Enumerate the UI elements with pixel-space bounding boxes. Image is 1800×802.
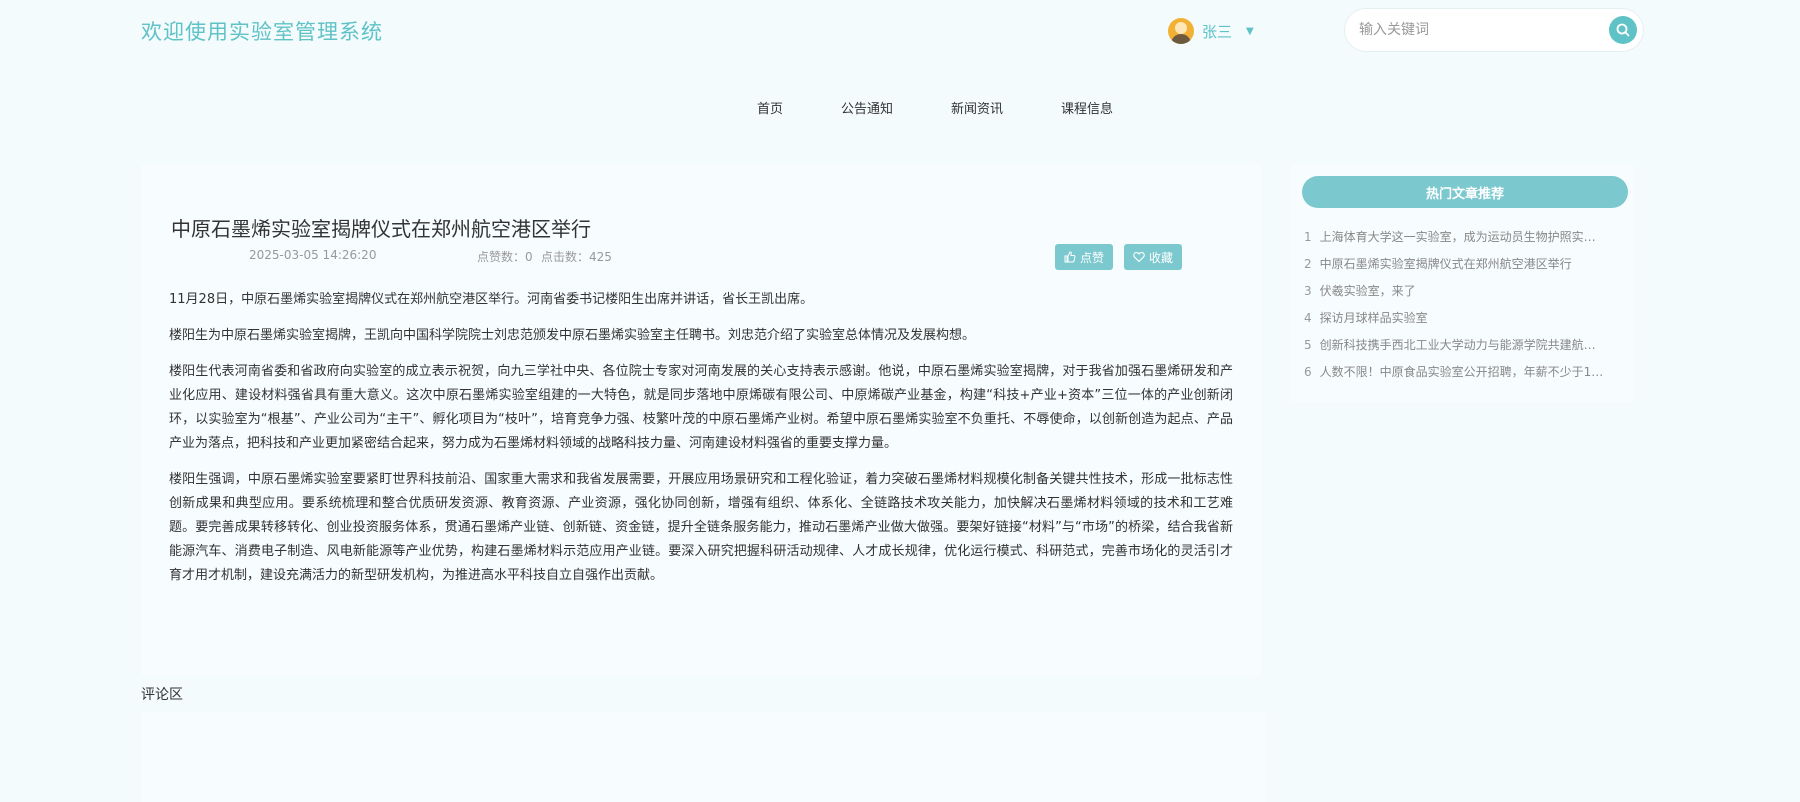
like-button-label: 点赞 (1080, 250, 1105, 265)
favorite-button[interactable]: 收藏 (1124, 244, 1183, 270)
hot-article-item[interactable]: 3 伏羲实验室，来了 (1304, 278, 1626, 305)
hot-article-number: 3 (1304, 284, 1312, 298)
article-clicks-count: 点击数：425 (541, 250, 612, 264)
avatar-icon (1168, 18, 1194, 44)
hot-article-title: 探访月球样品实验室 (1319, 311, 1428, 325)
hot-articles-panel: 热门文章推荐 1 上海体育大学这一实验室，成为运动员生物护照实… 2 中原石墨烯实验… (1290, 164, 1634, 402)
article-card: 中原石墨烯实验室揭牌仪式在郑州航空港区举行 2025-03-05 14:26:2… (141, 164, 1261, 676)
like-button[interactable]: 点赞 (1055, 244, 1114, 270)
hot-articles-list: 1 上海体育大学这一实验室，成为运动员生物护照实… 2 中原石墨烯实验室揭牌仪式在郑… (1304, 224, 1626, 386)
article-likes-count: 点赞数：0 (477, 250, 533, 264)
hot-article-item[interactable]: 5 创新科技携手西北工业大学动力与能源学院共建航… (1304, 332, 1626, 359)
article-paragraph: 楼阳生为中原石墨烯实验室揭牌，王凯向中国科学院院士刘忠范颁发中原石墨烯实验室主任… (169, 328, 976, 343)
main-nav: 首页 公告通知 新闻资讯 课程信息 (0, 98, 1800, 117)
hot-article-number: 2 (1304, 257, 1312, 271)
thumbs-up-icon (1064, 251, 1076, 263)
hot-article-item[interactable]: 4 探访月球样品实验室 (1304, 305, 1626, 332)
hot-article-item[interactable]: 6 人数不限！中原食品实验室公开招聘，年薪不少于1… (1304, 359, 1626, 386)
search-bar (1344, 8, 1644, 52)
article-title: 中原石墨烯实验室揭牌仪式在郑州航空港区举行 (171, 217, 591, 242)
comments-area (141, 712, 1266, 802)
search-icon (1616, 23, 1630, 37)
hot-article-title: 人数不限！中原食品实验室公开招聘，年薪不少于1… (1319, 365, 1604, 379)
hot-article-number: 6 (1304, 365, 1312, 379)
article-datetime: 2025-03-05 14:26:20 (249, 248, 377, 262)
chevron-down-icon: ▼ (1246, 25, 1254, 37)
nav-courses[interactable]: 课程信息 (1061, 98, 1113, 117)
hot-article-title: 伏羲实验室，来了 (1319, 284, 1416, 298)
article-paragraph: 楼阳生强调，中原石墨烯实验室要紧盯世界科技前沿、国家重大需求和我省发展需要，开展… (169, 472, 1233, 583)
user-menu[interactable]: 张三 ▼ (1168, 18, 1254, 44)
user-name: 张三 (1202, 22, 1233, 41)
hot-article-number: 5 (1304, 338, 1312, 352)
hot-article-number: 4 (1304, 311, 1312, 325)
hot-article-title: 上海体育大学这一实验室，成为运动员生物护照实… (1319, 230, 1596, 244)
hot-article-title: 中原石墨烯实验室揭牌仪式在郑州航空港区举行 (1319, 257, 1572, 271)
site-title: 欢迎使用实验室管理系统 (141, 20, 383, 44)
nav-home[interactable]: 首页 (757, 98, 783, 117)
article-paragraph: 楼阳生代表河南省委和省政府向实验室的成立表示祝贺，向九三学社中央、各位院士专家对… (169, 364, 1233, 451)
favorite-button-label: 收藏 (1149, 250, 1174, 265)
heart-icon (1133, 251, 1145, 263)
hot-article-number: 1 (1304, 230, 1312, 244)
search-button[interactable] (1609, 16, 1637, 44)
hot-article-item[interactable]: 1 上海体育大学这一实验室，成为运动员生物护照实… (1304, 224, 1626, 251)
hot-articles-title: 热门文章推荐 (1302, 176, 1628, 208)
article-content: 11月28日，中原石墨烯实验室揭牌仪式在郑州航空港区举行。河南省委书记楼阳生出席… (169, 288, 1233, 600)
hot-article-item[interactable]: 2 中原石墨烯实验室揭牌仪式在郑州航空港区举行 (1304, 251, 1626, 278)
nav-announcements[interactable]: 公告通知 (841, 98, 893, 117)
comments-heading: 评论区 (141, 687, 183, 703)
hot-article-title: 创新科技携手西北工业大学动力与能源学院共建航… (1319, 338, 1596, 352)
article-paragraph: 11月28日，中原石墨烯实验室揭牌仪式在郑州航空港区举行。河南省委书记楼阳生出席… (169, 292, 814, 307)
search-input[interactable] (1357, 21, 1609, 39)
nav-news[interactable]: 新闻资讯 (951, 98, 1003, 117)
